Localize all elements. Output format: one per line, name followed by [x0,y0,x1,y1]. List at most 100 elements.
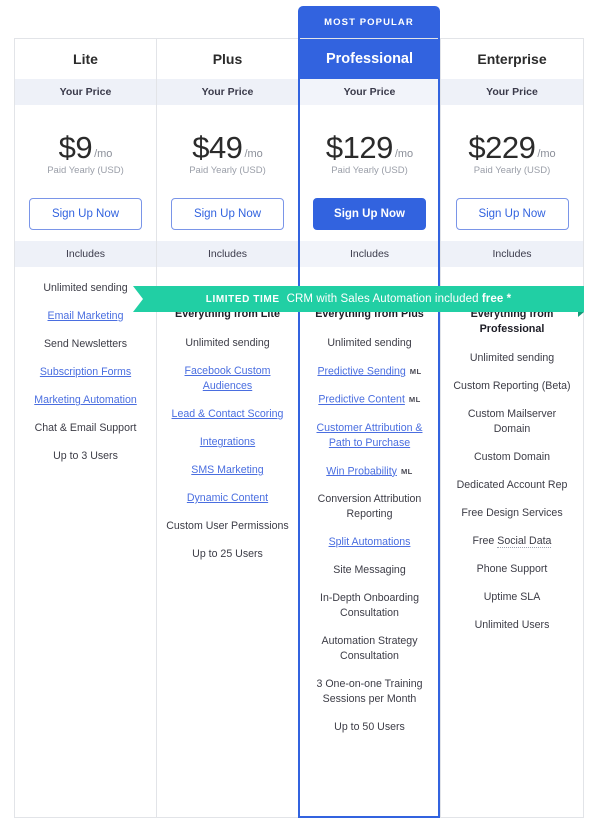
signup-button-wrap: Sign Up Now [157,187,298,241]
feature-item: Unlimited sending [469,352,555,364]
most-popular-label: MOST POPULAR [324,16,414,28]
feature-item: Unlimited sending [327,337,412,349]
feature-item: Up to 25 Users [192,548,263,560]
feature-list: Everything from Plus Unlimited sending Pre… [299,267,440,817]
includes-label: Includes [441,241,583,267]
feature-link[interactable]: Facebook Custom Audiences [185,365,271,392]
feature-item: Unlimited sending [43,282,128,294]
most-popular-badge: MOST POPULAR [298,6,440,38]
feature-item[interactable]: Integrations [165,435,290,450]
feature-item: Custom Mailserver Domain [467,408,557,435]
includes-label: Includes [299,241,440,267]
feature-item[interactable]: Win Probability ML [307,464,432,479]
feature-item: Phone Support [476,563,548,575]
signup-button-wrap: Sign Up Now [441,187,583,241]
your-price-label: Your Price [299,79,440,105]
feature-link[interactable]: Lead & Contact Scoring [172,408,284,420]
price-period: /mo [537,148,556,160]
feature-item[interactable]: Predictive Content ML [307,392,432,407]
feature-item: Custom Domain [474,451,550,463]
feature-item[interactable]: Facebook Custom Audiences [165,364,290,394]
feature-link[interactable]: Customer Attribution & Path to Purchase [317,422,423,449]
price-block: $9/mo [15,105,156,165]
plan-column-professional: Professional Your Price $129/mo Paid Yearly… [299,39,441,817]
feature-item: Free Social Data [449,534,575,549]
price-billing-note: Paid Yearly (USD) [189,165,266,176]
limited-time-ribbon: LIMITED TIME CRM with Sales Automation in… [133,286,584,317]
feature-item: Up to 3 Users [53,450,118,462]
feature-item: Unlimited Users [474,619,550,631]
plan-name: Professional [299,39,440,79]
feature-item: Up to 50 Users [334,720,405,733]
ribbon-text: LIMITED TIME CRM with Sales Automation in… [133,293,584,305]
feature-list: Everything from Lite Unlimited sending Fac… [157,267,298,817]
feature-item: Free Design Services [461,507,563,519]
plan-name: Enterprise [477,51,547,67]
price-billing-note: Paid Yearly (USD) [47,165,124,176]
feature-list: Everything from Professional Unlimited se… [441,267,583,817]
pricing-table: Lite Your Price $9/mo Paid Yearly (USD) Sign… [14,38,584,818]
price-period: /mo [244,148,263,160]
feature-item[interactable]: Split Automations [307,535,432,550]
feature-link[interactable]: Predictive Sending [317,365,405,377]
feature-item: Site Messaging [333,563,406,576]
ml-badge: ML [400,466,413,476]
signup-button[interactable]: Sign Up Now [29,198,142,230]
price-block: $49/mo [157,105,298,165]
ml-badge: ML [408,395,421,405]
feature-link[interactable]: SMS Marketing [191,464,263,476]
signup-button-wrap: Sign Up Now [15,187,156,241]
ribbon-fold [578,312,584,317]
feature-link[interactable]: Subscription Forms [40,366,131,378]
feature-link[interactable]: Integrations [200,436,255,448]
price-amount: $229 [468,130,536,165]
feature-item: In-Depth Onboarding Consultation [320,591,419,619]
feature-link[interactable]: Predictive Content [318,394,405,406]
feature-list: Unlimited sending Email Marketing Send New… [15,267,156,817]
price-amount: $129 [325,130,393,165]
pricing-page: MOST POPULAR Lite Your Price $9/mo Paid Yea… [0,0,600,825]
feature-item[interactable]: Marketing Automation [23,393,148,408]
feature-item: Dedicated Account Rep [456,479,568,491]
feature-link[interactable]: Dynamic Content [187,492,268,504]
ribbon-message: CRM with Sales Automation included [286,293,482,305]
feature-item[interactable]: Lead & Contact Scoring [165,407,290,422]
plan-column-plus: Plus Your Price $49/mo Paid Yearly (USD) Sig… [157,39,299,817]
feature-item: Chat & Email Support [34,422,137,434]
signup-button-wrap: Sign Up Now [299,187,440,241]
feature-link[interactable]: Marketing Automation [34,394,136,406]
ribbon-tag: LIMITED TIME [205,294,280,305]
feature-item: 3 One-on-one Training Sessions per Month [316,677,423,705]
feature-item: Send Newsletters [43,338,128,350]
price-period: /mo [94,148,113,160]
price-period: /mo [394,148,414,160]
plan-name: Plus [212,51,243,67]
signup-button[interactable]: Sign Up Now [171,198,284,230]
includes-label: Includes [15,241,156,267]
ml-badge: ML [409,367,422,376]
feature-item: Conversion Attribution Reporting [317,492,422,520]
feature-item: Automation Strategy Consultation [321,634,418,662]
feature-item[interactable]: Email Marketing [23,309,148,324]
feature-item[interactable]: Predictive Sending ML [307,364,432,379]
feature-tooltip-term[interactable]: Social Data [497,535,552,548]
feature-item[interactable]: Dynamic Content [165,491,290,506]
feature-item[interactable]: Customer Attribution & Path to Purchase [307,421,432,451]
feature-link[interactable]: Win Probability [326,465,397,477]
feature-text-plain: Free [472,535,498,547]
price-amount: $49 [192,130,243,165]
signup-button[interactable]: Sign Up Now [455,198,569,230]
signup-button[interactable]: Sign Up Now [313,198,426,230]
your-price-label: Your Price [441,79,583,105]
feature-link[interactable]: Split Automations [329,536,411,548]
includes-label: Includes [157,241,298,267]
plan-column-lite: Lite Your Price $9/mo Paid Yearly (USD) Sign… [15,39,157,817]
plan-column-enterprise: Enterprise Your Price $229/mo Paid Yearly (… [441,39,583,817]
feature-item[interactable]: SMS Marketing [165,463,290,478]
feature-item: Custom Reporting (Beta) [453,380,571,392]
feature-item[interactable]: Subscription Forms [23,365,148,380]
price-billing-note: Paid Yearly (USD) [331,165,408,176]
price-block: $229/mo [441,105,583,165]
feature-link[interactable]: Email Marketing [48,310,124,322]
ribbon-free: free * [481,293,512,305]
